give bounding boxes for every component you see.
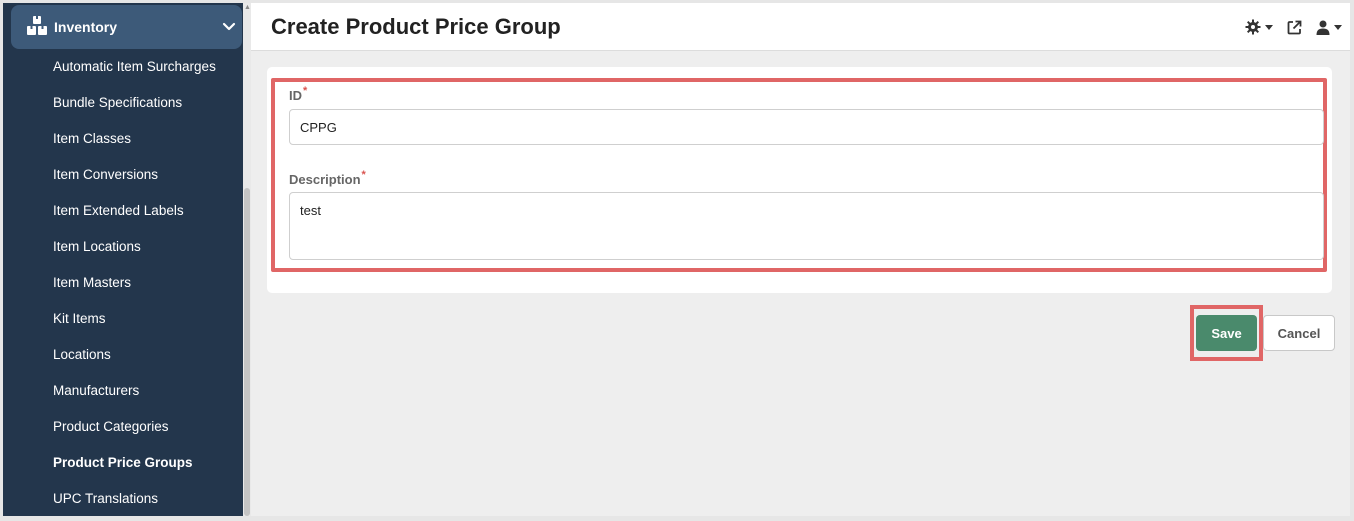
top-toolbar (1235, 17, 1342, 37)
sidebar-section-label: Inventory (54, 19, 118, 35)
sidebar-item-item-classes[interactable]: Item Classes (53, 129, 131, 149)
sidebar-item-upc-translations[interactable]: UPC Translations (53, 489, 158, 509)
external-link-icon (1287, 20, 1302, 34)
required-marker: * (361, 169, 366, 181)
gear-icon (1245, 19, 1261, 35)
sidebar-item-product-price-groups[interactable]: Product Price Groups (53, 453, 193, 473)
id-label: ID* (289, 85, 308, 103)
cancel-button[interactable]: Cancel (1263, 315, 1335, 351)
scroll-up-icon[interactable]: ▲ (244, 4, 251, 11)
top-bar: Create Product Price Group (251, 3, 1350, 51)
sidebar-section-inventory[interactable]: Inventory (11, 5, 242, 49)
sidebar: Inventory Automatic Item Surcharges Bund… (3, 3, 243, 516)
app-frame: Inventory Automatic Item Surcharges Bund… (3, 3, 1350, 516)
required-marker: * (303, 85, 308, 97)
sidebar-item-kit-items[interactable]: Kit Items (53, 309, 106, 329)
user-menu-dropdown[interactable] (1316, 20, 1342, 35)
caret-down-icon (1334, 24, 1342, 30)
settings-dropdown[interactable] (1245, 19, 1273, 35)
sidebar-item-locations[interactable]: Locations (53, 345, 111, 365)
user-icon (1316, 20, 1330, 35)
form-highlight-box: ID* Description* test (271, 78, 1327, 272)
sidebar-item-automatic-item-surcharges[interactable]: Automatic Item Surcharges (53, 57, 216, 77)
description-field[interactable]: test (289, 192, 1324, 260)
sidebar-item-item-extended-labels[interactable]: Item Extended Labels (53, 201, 184, 221)
sidebar-item-product-categories[interactable]: Product Categories (53, 417, 169, 437)
sidebar-item-item-locations[interactable]: Item Locations (53, 237, 141, 257)
sidebar-item-bundle-specifications[interactable]: Bundle Specifications (53, 93, 182, 113)
main-content: Create Product Price Group ID* CPPG Desc… (251, 3, 1350, 516)
id-label-text: ID (289, 88, 302, 103)
boxes-icon (27, 16, 47, 35)
chevron-down-icon[interactable] (222, 20, 236, 34)
description-label-text: Description (289, 172, 361, 187)
description-label: Description* (289, 169, 366, 187)
sidebar-item-manufacturers[interactable]: Manufacturers (53, 381, 139, 401)
caret-down-icon (1265, 24, 1273, 30)
save-button[interactable]: Save (1196, 315, 1257, 351)
sidebar-item-item-conversions[interactable]: Item Conversions (53, 165, 158, 185)
form-card: ID* Description* test (267, 67, 1332, 293)
page-title: Create Product Price Group (271, 14, 561, 39)
open-external-button[interactable] (1287, 20, 1302, 35)
sidebar-scrollbar-thumb[interactable] (244, 188, 250, 516)
sidebar-item-item-masters[interactable]: Item Masters (53, 273, 131, 293)
id-field[interactable] (289, 109, 1324, 145)
